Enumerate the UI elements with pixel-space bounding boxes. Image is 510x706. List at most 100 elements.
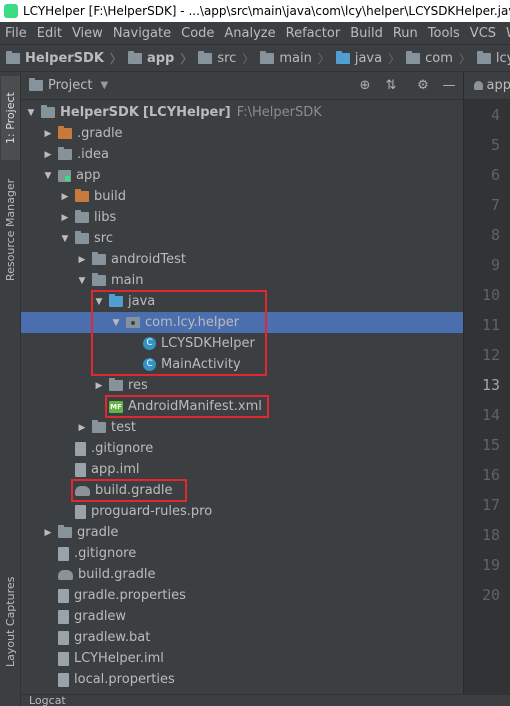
editor-tab[interactable]: app bbox=[464, 72, 510, 100]
tree-item[interactable]: ▶ .gradle bbox=[21, 123, 463, 144]
tree-item[interactable]: local.properties bbox=[21, 669, 463, 690]
collapse-arrow-icon[interactable]: ▶ bbox=[59, 192, 71, 202]
collapse-arrow-icon[interactable]: ▶ bbox=[42, 528, 54, 538]
menu-view[interactable]: View bbox=[67, 26, 108, 41]
folder-tab bbox=[109, 378, 115, 381]
folder-tab bbox=[41, 105, 47, 108]
file-icon bbox=[58, 651, 69, 666]
chevron-right-icon: 〉 bbox=[242, 51, 255, 66]
file-icon bbox=[58, 630, 69, 645]
annotation-box-manifest bbox=[105, 395, 269, 418]
menu-code[interactable]: Code bbox=[176, 26, 219, 41]
tool-tab-resource-manager[interactable]: Resource Manager bbox=[1, 170, 20, 290]
menu-window[interactable]: Wi bbox=[501, 26, 510, 41]
tree-item[interactable]: LCYHelper.iml bbox=[21, 648, 463, 669]
tree-item[interactable]: ▶ .idea bbox=[21, 144, 463, 165]
package-icon bbox=[406, 50, 421, 64]
breadcrumb-item[interactable]: java 〉 bbox=[335, 50, 406, 67]
tree-item-label: androidTest bbox=[111, 252, 186, 267]
window-titlebar: LCYHelper [F:\HelperSDK] - ...\app\src\m… bbox=[0, 0, 510, 22]
expand-arrow-icon[interactable]: ▼ bbox=[42, 171, 54, 181]
tree-item[interactable]: ▶ androidTest bbox=[21, 249, 463, 270]
tree-item[interactable]: .gitignore bbox=[21, 438, 463, 459]
tool-tab-project[interactable]: 1: Project bbox=[1, 76, 20, 160]
menu-build[interactable]: Build bbox=[345, 26, 388, 41]
tree-item[interactable]: gradlew.bat bbox=[21, 627, 463, 648]
expand-arrow-icon[interactable]: ▼ bbox=[25, 108, 37, 118]
module-name-label: [LCYHelper] bbox=[142, 105, 231, 120]
tree-item-label: proguard-rules.pro bbox=[91, 504, 213, 519]
tree-item-label: local.properties bbox=[74, 672, 175, 687]
breadcrumb-item[interactable]: app 〉 bbox=[127, 50, 198, 67]
folder-tab bbox=[92, 252, 98, 255]
collapse-arrow-icon[interactable]: ▶ bbox=[59, 213, 71, 223]
folder-icon bbox=[109, 378, 123, 391]
menu-tools[interactable]: Tools bbox=[423, 26, 465, 41]
line-number: 6 bbox=[490, 166, 500, 184]
tree-item[interactable]: ▶ build bbox=[21, 186, 463, 207]
tree-item-label: gradle bbox=[77, 525, 119, 540]
tree-item-label: app bbox=[76, 168, 101, 183]
folder-tab bbox=[58, 525, 64, 528]
collapse-arrow-icon[interactable]: ▶ bbox=[76, 255, 88, 265]
menu-vcs[interactable]: VCS bbox=[465, 26, 501, 41]
tree-item[interactable]: ▶ libs bbox=[21, 207, 463, 228]
gradle-icon bbox=[58, 569, 73, 580]
tree-item[interactable]: ▶ res bbox=[21, 375, 463, 396]
tree-item[interactable]: proguard-rules.pro bbox=[21, 501, 463, 522]
tree-item[interactable]: ▶ test bbox=[21, 417, 463, 438]
project-view-selector[interactable]: Project bbox=[48, 78, 92, 93]
collapse-arrow-icon[interactable]: ▶ bbox=[42, 150, 54, 160]
file-icon bbox=[58, 588, 69, 603]
editor-tab-label: app bbox=[486, 78, 510, 93]
expand-arrow-icon[interactable]: ▼ bbox=[59, 234, 71, 244]
collapse-all-icon[interactable]: ⇅ bbox=[383, 78, 399, 94]
bottom-tool-strip: Logcat bbox=[21, 694, 510, 706]
breadcrumb-item[interactable]: HelperSDK 〉 bbox=[6, 50, 128, 67]
tree-item[interactable]: gradle.properties bbox=[21, 585, 463, 606]
line-number: 15 bbox=[481, 436, 500, 454]
menu-navigate[interactable]: Navigate bbox=[108, 26, 176, 41]
collapse-arrow-icon[interactable]: ▶ bbox=[42, 129, 54, 139]
tree-item[interactable]: .gitignore bbox=[21, 543, 463, 564]
gear-icon[interactable]: ⚙ bbox=[415, 78, 431, 94]
folder-tab bbox=[58, 126, 64, 129]
tree-item[interactable]: build.gradle bbox=[21, 564, 463, 585]
project-path-hint: F:\HelperSDK bbox=[236, 105, 322, 120]
line-number: 9 bbox=[490, 256, 500, 274]
tree-item-label: HelperSDK bbox=[60, 105, 139, 120]
collapse-arrow-icon[interactable]: ▶ bbox=[93, 381, 105, 391]
menu-refactor[interactable]: Refactor bbox=[281, 26, 346, 41]
line-number: 7 bbox=[490, 196, 500, 214]
locate-icon[interactable]: ⊕ bbox=[357, 78, 373, 94]
menu-file[interactable]: File bbox=[0, 26, 32, 41]
tool-tab-layout-captures[interactable]: Layout Captures bbox=[1, 570, 20, 674]
breadcrumb-item[interactable]: main 〉 bbox=[260, 50, 336, 67]
tree-item[interactable]: ▼ src bbox=[21, 228, 463, 249]
tool-tab-logcat[interactable]: Logcat bbox=[29, 694, 66, 706]
tree-item-label: .idea bbox=[77, 147, 109, 162]
breadcrumb-item[interactable]: src 〉 bbox=[198, 50, 260, 67]
tree-item[interactable]: ▼ HelperSDK [LCYHelper] F:\HelperSDK bbox=[21, 102, 463, 123]
tree-item[interactable]: ▶ gradle bbox=[21, 522, 463, 543]
line-number: 14 bbox=[481, 406, 500, 424]
menu-run[interactable]: Run bbox=[388, 26, 423, 41]
tree-item[interactable]: ▼ main bbox=[21, 270, 463, 291]
collapse-arrow-icon[interactable]: ▶ bbox=[76, 423, 88, 433]
folder-icon bbox=[6, 50, 20, 64]
breadcrumb-item[interactable]: com 〉 bbox=[406, 50, 477, 67]
menu-analyze[interactable]: Analyze bbox=[219, 26, 280, 41]
tree-item[interactable]: gradlew bbox=[21, 606, 463, 627]
menu-edit[interactable]: Edit bbox=[32, 26, 67, 41]
tree-item[interactable]: app.iml bbox=[21, 459, 463, 480]
chevron-right-icon: 〉 bbox=[458, 51, 471, 66]
line-number: 16 bbox=[481, 466, 500, 484]
breadcrumb-item[interactable]: lcy〉 bbox=[476, 50, 510, 67]
chevron-down-icon[interactable]: ▼ bbox=[100, 80, 108, 91]
file-icon bbox=[75, 441, 86, 456]
minimize-icon[interactable]: — bbox=[441, 78, 457, 94]
file-icon bbox=[58, 546, 69, 561]
folder-icon bbox=[75, 231, 89, 244]
tree-item[interactable]: ▼ app bbox=[21, 165, 463, 186]
expand-arrow-icon[interactable]: ▼ bbox=[76, 276, 88, 286]
